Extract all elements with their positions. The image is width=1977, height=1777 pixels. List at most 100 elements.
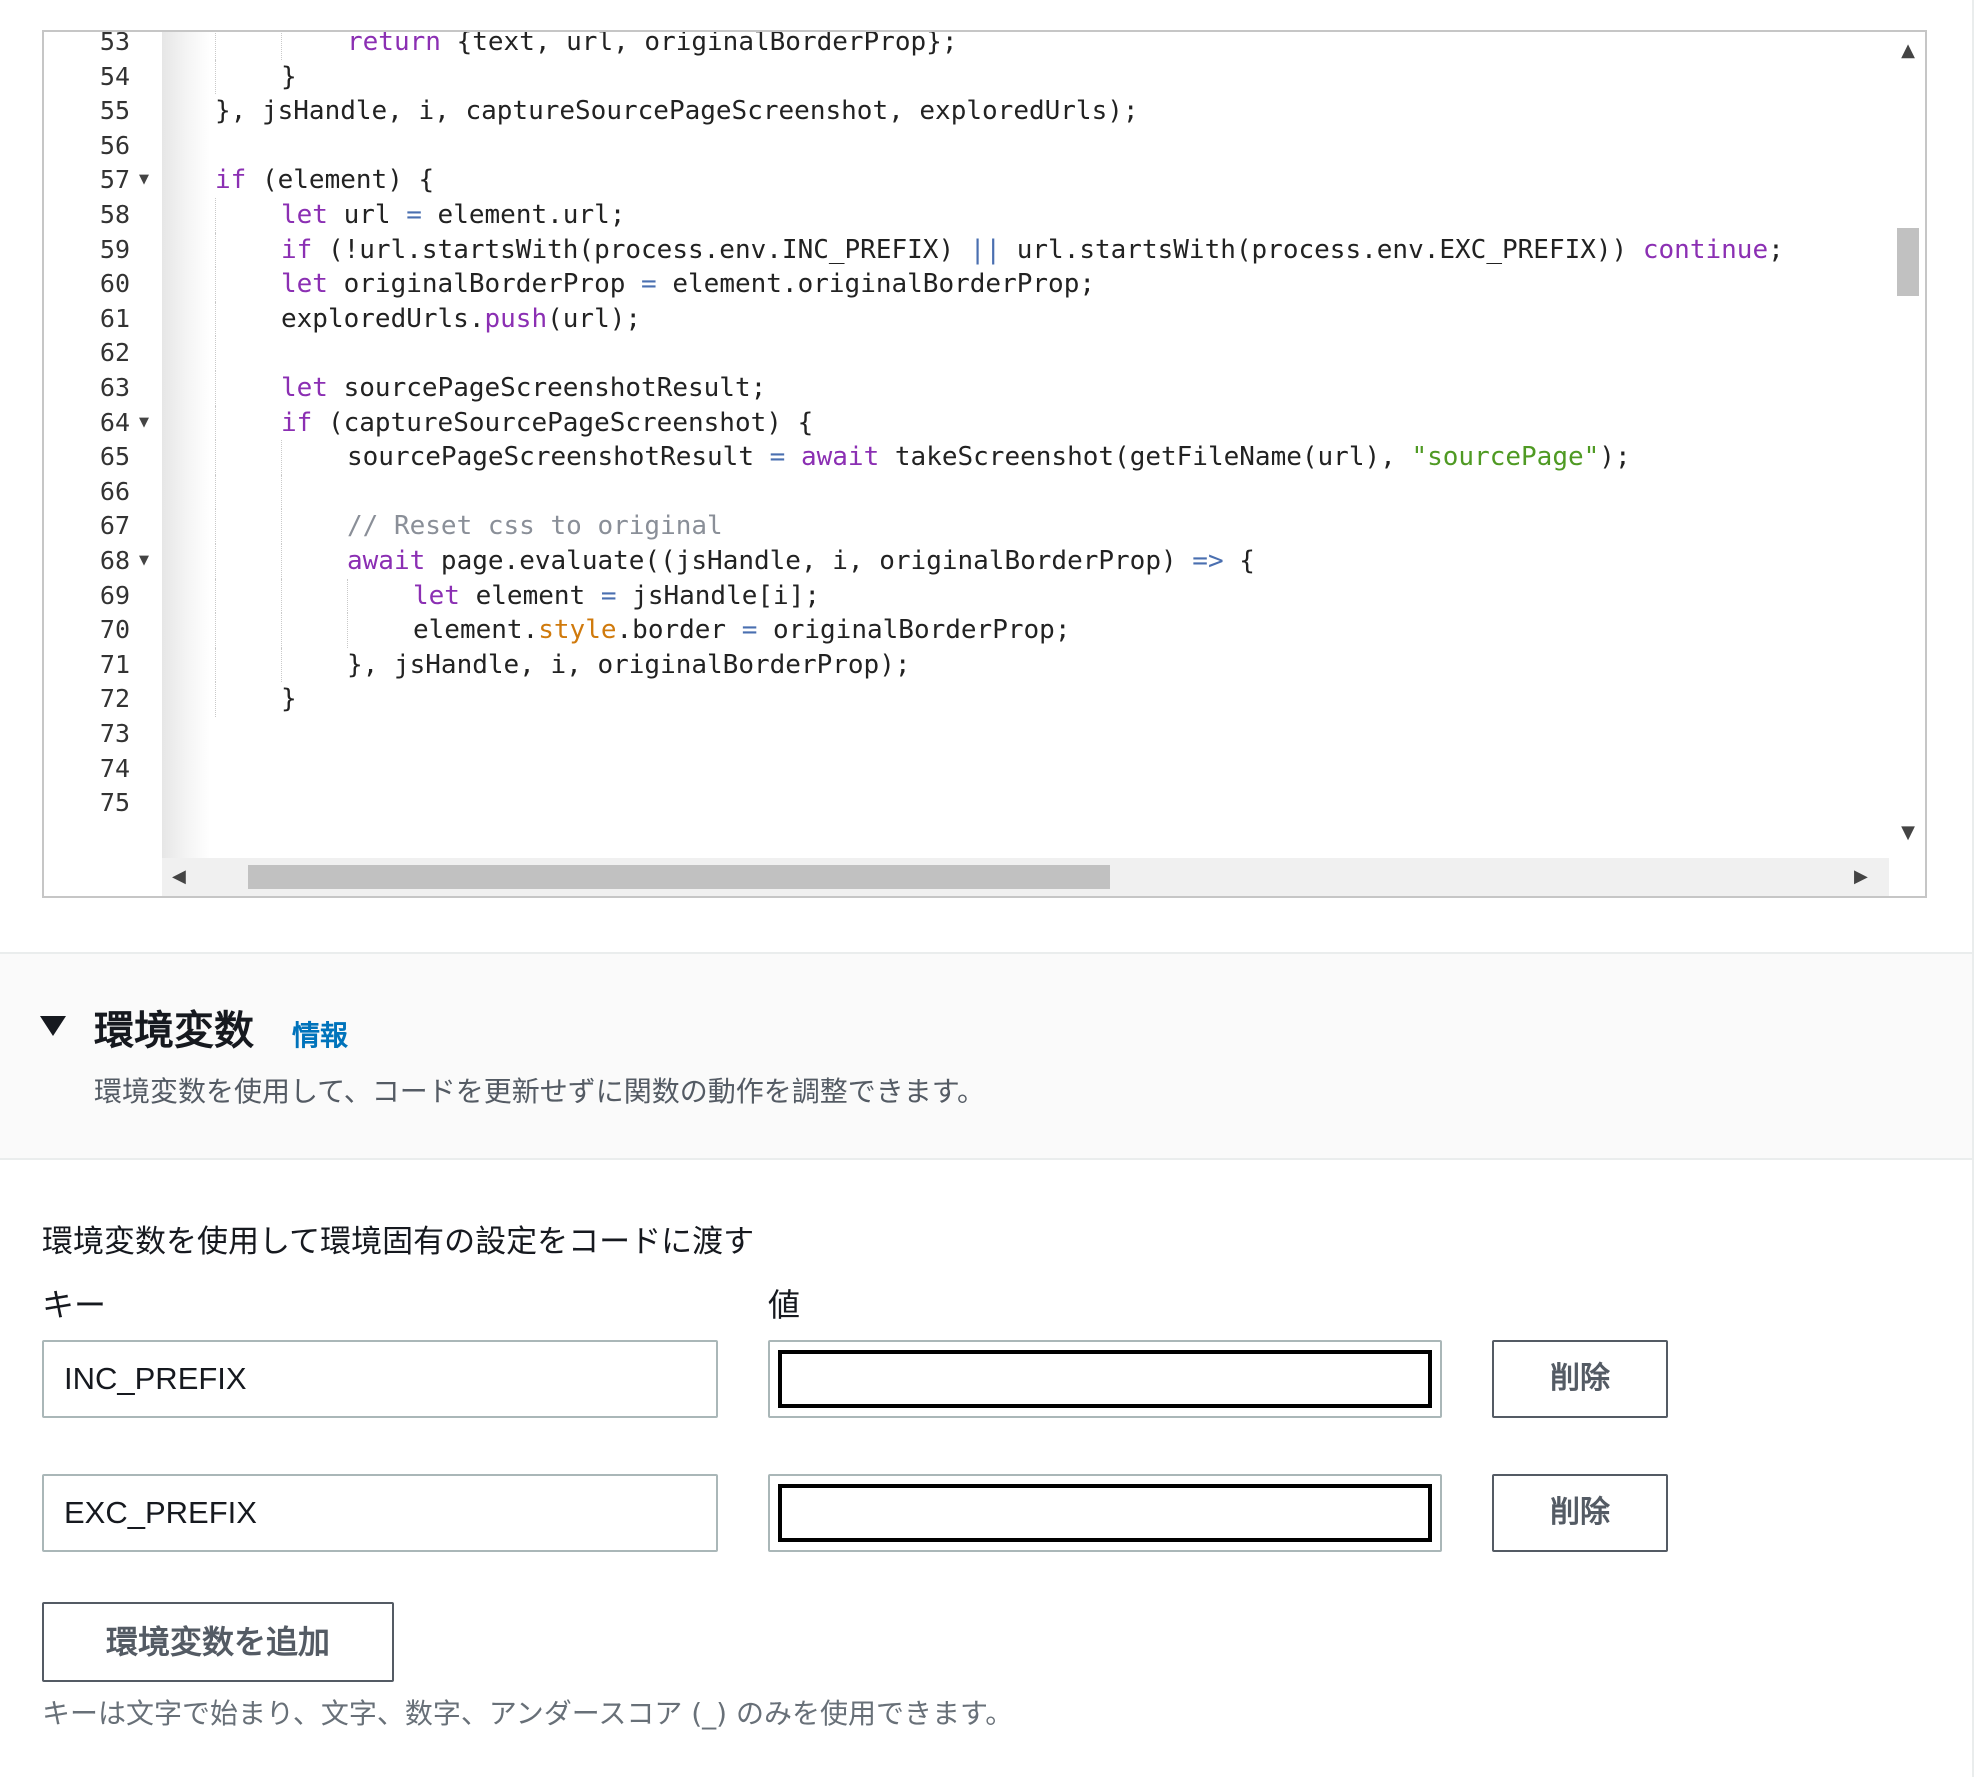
line-number: 71 bbox=[99, 649, 130, 679]
vertical-scroll-thumb[interactable] bbox=[1897, 228, 1919, 296]
code-line[interactable]: if (element) { bbox=[215, 163, 434, 197]
code-token: } bbox=[281, 684, 297, 715]
code-token: }, jsHandle, i, originalBorderProp); bbox=[347, 649, 911, 680]
code-line[interactable]: exploredUrls.push(url); bbox=[281, 302, 641, 336]
code-token: ; bbox=[1768, 234, 1784, 265]
env-key-input[interactable]: INC_PREFIX bbox=[42, 1340, 718, 1418]
code-editor[interactable]: 53 return {text, url, originalBorderProp}… bbox=[42, 30, 1927, 898]
indent-guide bbox=[215, 32, 216, 60]
info-link[interactable]: 情報 bbox=[292, 1014, 348, 1054]
scroll-left-arrow-icon[interactable]: ◀ bbox=[172, 858, 186, 896]
indent-guide bbox=[215, 682, 216, 717]
line-number: 61 bbox=[99, 303, 130, 333]
code-area[interactable]: 53 return {text, url, originalBorderProp}… bbox=[44, 32, 1889, 858]
indent-guide bbox=[215, 509, 216, 544]
scroll-down-arrow-icon[interactable]: ▼ bbox=[1889, 822, 1925, 843]
fold-toggle-icon[interactable]: ▼ bbox=[139, 544, 153, 578]
code-line[interactable]: sourcePageScreenshotResult = await takeS… bbox=[347, 440, 1631, 474]
panel-right-border bbox=[1972, 0, 1974, 1777]
horizontal-scrollbar[interactable]: ◀ ▶ bbox=[162, 858, 1889, 896]
value-input-focus-ring bbox=[778, 1484, 1432, 1542]
code-line[interactable]: if (captureSourcePageScreenshot) { bbox=[281, 406, 813, 440]
code-token: (element) { bbox=[246, 165, 435, 196]
key-format-hint: キーは文字で始まり、文字、数字、アンダースコア (_) のみを使用できます。 bbox=[42, 1697, 1014, 1730]
indent-guide bbox=[215, 198, 216, 233]
code-token: page.evaluate((jsHandle, i, originalBord… bbox=[425, 546, 1193, 576]
code-line[interactable]: let element = jsHandle[i]; bbox=[413, 579, 820, 613]
code-token: push bbox=[484, 303, 548, 334]
line-number: 65 bbox=[99, 442, 130, 472]
code-line[interactable]: }, jsHandle, i, originalBorderProp); bbox=[347, 648, 911, 682]
scroll-right-arrow-icon[interactable]: ▶ bbox=[1854, 858, 1868, 896]
code-line[interactable]: element.style.border = originalBorderPro… bbox=[413, 613, 1070, 647]
indent-guide bbox=[215, 301, 216, 337]
line-number: 53 bbox=[99, 32, 130, 56]
code-line[interactable]: let sourcePageScreenshotResult; bbox=[281, 371, 766, 405]
fold-toggle-icon[interactable]: ▼ bbox=[139, 163, 153, 197]
code-token: continue bbox=[1642, 234, 1769, 265]
code-token: originalBorderProp bbox=[327, 269, 642, 300]
indent-guide bbox=[215, 371, 216, 406]
code-line[interactable]: return {text, url, originalBorderProp}; bbox=[347, 32, 957, 59]
horizontal-scroll-thumb[interactable] bbox=[248, 865, 1110, 889]
indent-guide bbox=[215, 440, 216, 475]
indent-guide bbox=[215, 59, 216, 95]
scroll-up-arrow-icon[interactable]: ▲ bbox=[1889, 40, 1925, 61]
code-token: let bbox=[281, 200, 328, 230]
fold-toggle-icon[interactable]: ▼ bbox=[139, 406, 153, 440]
code-line[interactable]: } bbox=[281, 682, 297, 716]
indent-guide bbox=[215, 232, 216, 268]
indent-guide bbox=[347, 613, 348, 648]
code-token: await bbox=[347, 546, 426, 576]
line-number: 64 bbox=[99, 407, 130, 437]
remove-button[interactable]: 削除 bbox=[1492, 1474, 1668, 1552]
code-token: sourcePageScreenshotResult bbox=[347, 442, 770, 473]
env-key-input[interactable]: EXC_PREFIX bbox=[42, 1474, 718, 1552]
code-token: element bbox=[459, 580, 601, 611]
line-number: 55 bbox=[99, 96, 130, 126]
code-line[interactable]: let url = element.url; bbox=[281, 198, 625, 232]
indent-guide bbox=[215, 474, 216, 510]
line-number: 54 bbox=[99, 61, 130, 91]
code-token: {text, url, originalBorderProp}; bbox=[440, 32, 958, 57]
code-token: jsHandle[i]; bbox=[616, 580, 821, 611]
indent-guide bbox=[281, 613, 282, 648]
code-token: = bbox=[641, 269, 657, 300]
env-form-description: 環境変数を使用して環境固有の設定をコードに渡す bbox=[42, 1224, 755, 1260]
code-line[interactable]: } bbox=[281, 60, 297, 94]
code-token: exploredUrls. bbox=[281, 303, 485, 334]
line-number: 70 bbox=[99, 615, 130, 645]
code-token: let bbox=[413, 580, 460, 611]
add-env-var-button[interactable]: 環境変数を追加 bbox=[42, 1602, 394, 1682]
code-token: await bbox=[800, 442, 880, 473]
code-line[interactable]: let originalBorderProp = element.origina… bbox=[281, 267, 1095, 301]
code-line[interactable]: if (!url.startsWith(process.env.INC_PREF… bbox=[281, 233, 1784, 267]
code-line[interactable]: }, jsHandle, i, captureSourcePageScreens… bbox=[215, 94, 1139, 128]
line-number: 73 bbox=[99, 719, 130, 748]
code-line[interactable]: // Reset css to original bbox=[347, 509, 723, 543]
line-number: 69 bbox=[99, 580, 130, 610]
indent-guide bbox=[215, 336, 216, 371]
line-number: 67 bbox=[99, 511, 130, 541]
code-token: (url); bbox=[547, 303, 642, 334]
line-number: 59 bbox=[99, 234, 130, 264]
indent-guide bbox=[215, 578, 216, 614]
code-token: // Reset css to original bbox=[347, 511, 723, 542]
caret-down-icon[interactable] bbox=[40, 1016, 66, 1036]
indent-guide bbox=[215, 267, 216, 302]
vertical-scrollbar[interactable]: ▲ ▼ bbox=[1889, 32, 1925, 858]
code-token: style bbox=[538, 615, 617, 646]
code-token: let bbox=[281, 269, 328, 300]
code-token: .border bbox=[616, 615, 742, 646]
env-section-title[interactable]: 環境変数 bbox=[94, 998, 254, 1056]
code-token: || bbox=[969, 234, 1002, 265]
code-line[interactable]: await page.evaluate((jsHandle, i, origin… bbox=[347, 544, 1255, 578]
env-value-input[interactable] bbox=[768, 1340, 1442, 1418]
code-token: => bbox=[1192, 546, 1224, 576]
code-token: element.originalBorderProp; bbox=[656, 269, 1095, 300]
remove-button[interactable]: 削除 bbox=[1492, 1340, 1668, 1418]
indent-guide bbox=[215, 544, 216, 579]
env-value-input[interactable] bbox=[768, 1474, 1442, 1552]
indent-guide bbox=[281, 578, 282, 614]
